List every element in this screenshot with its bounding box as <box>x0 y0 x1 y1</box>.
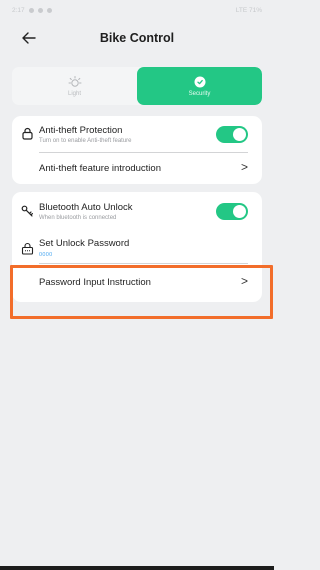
bluetooth-row[interactable]: Bluetooth Auto Unlock When bluetooth is … <box>12 192 262 228</box>
chevron-right-icon: > <box>240 160 248 174</box>
tab-security-label: Security <box>188 91 211 97</box>
bottom-bar <box>0 566 274 570</box>
shield-icon <box>194 76 205 88</box>
tab-bar: Light Security <box>12 67 262 105</box>
anti-theft-intro-title: Anti-theft feature introduction <box>39 163 161 174</box>
set-password-title: Set Unlock Password <box>39 238 130 249</box>
anti-theft-subtitle: Turn on to enable Anti-theft feature <box>39 138 132 144</box>
page-title: Bike Control <box>99 31 175 45</box>
chevron-right-icon: > <box>240 274 248 288</box>
tab-security[interactable]: Security <box>137 67 262 105</box>
password-instruction-title: Password Input Instruction <box>39 277 151 288</box>
status-indicators: LTE 71% <box>235 6 262 14</box>
status-left: 2:17 <box>12 7 52 14</box>
header: Bike Control <box>0 20 274 56</box>
password-value: 0000 <box>39 252 53 258</box>
set-password-row[interactable]: Set Unlock Password 0000 <box>12 228 262 270</box>
tab-light-label: Light <box>67 91 81 97</box>
key-icon <box>21 205 33 217</box>
light-bulb-icon <box>68 76 81 87</box>
divider <box>39 152 248 153</box>
bluetooth-subtitle: When bluetooth is connected <box>39 215 117 221</box>
notification-icon <box>46 7 52 13</box>
status-bar: 2:17 LTE 71% <box>0 0 274 20</box>
toggle-knob <box>233 128 246 141</box>
anti-theft-toggle[interactable] <box>216 126 248 143</box>
bluetooth-title: Bluetooth Auto Unlock <box>39 202 133 213</box>
status-right: LTE 71% <box>236 7 262 14</box>
bluetooth-toggle[interactable] <box>216 203 248 220</box>
password-instruction-row[interactable]: Password Input Instruction > <box>12 270 262 302</box>
anti-theft-intro-row[interactable]: Anti-theft feature introduction > <box>12 154 262 184</box>
notification-icon <box>37 7 43 13</box>
back-arrow-icon[interactable] <box>20 29 38 47</box>
tab-light[interactable]: Light <box>12 67 137 105</box>
padlock-icon <box>21 242 34 255</box>
toggle-knob <box>233 205 246 218</box>
password-underline <box>39 263 248 264</box>
anti-theft-row[interactable]: Anti-theft Protection Turn on to enable … <box>12 116 262 154</box>
anti-theft-title: Anti-theft Protection <box>39 125 123 136</box>
unlock-card: Bluetooth Auto Unlock When bluetooth is … <box>12 192 262 302</box>
notification-icon <box>28 7 34 13</box>
anti-theft-card: Anti-theft Protection Turn on to enable … <box>12 116 262 184</box>
status-time: 2:17 <box>12 6 25 14</box>
lock-icon <box>22 127 33 140</box>
